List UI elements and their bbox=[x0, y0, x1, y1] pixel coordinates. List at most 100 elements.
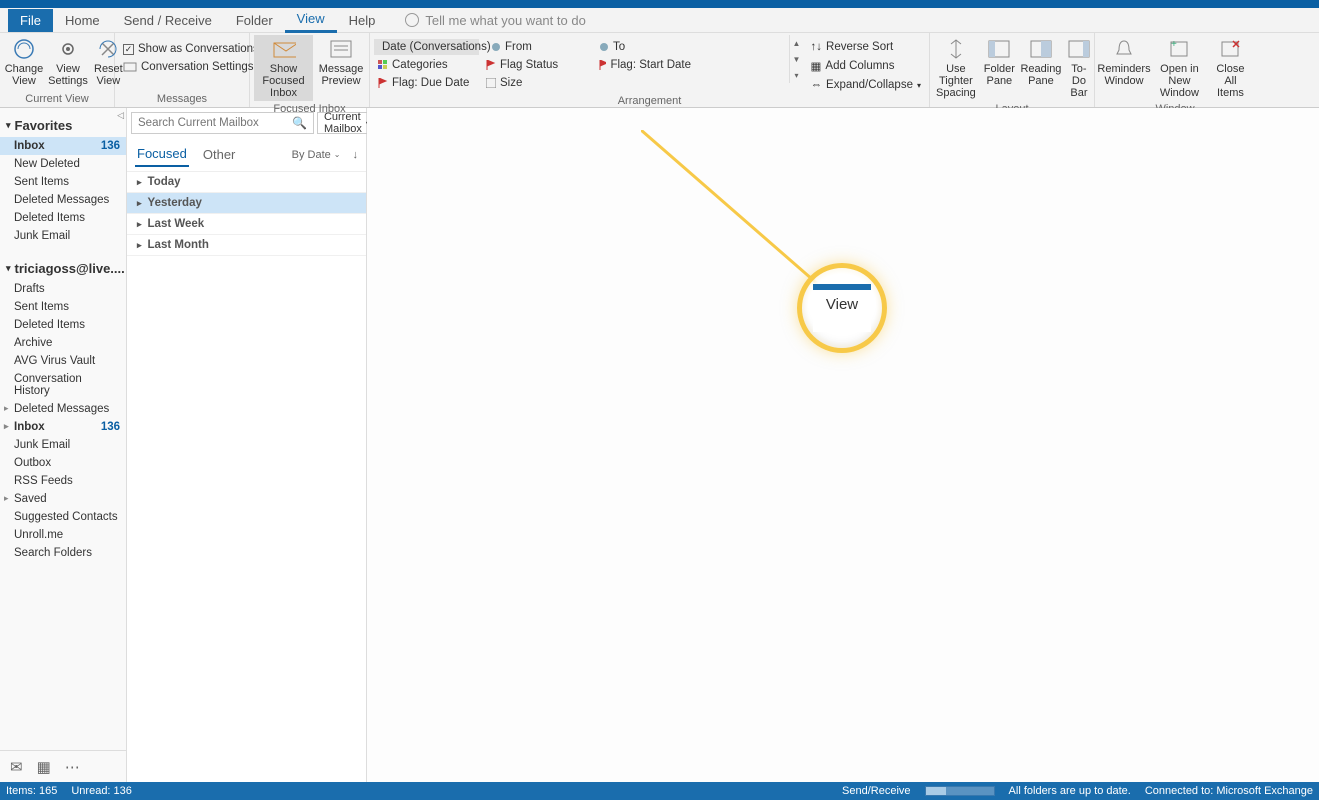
date-group-yesterday[interactable]: ▸Yesterday bbox=[127, 193, 366, 214]
reading-pane-button[interactable]: Reading Pane bbox=[1021, 35, 1061, 89]
progress-bar bbox=[925, 786, 995, 796]
tab-view[interactable]: View bbox=[285, 7, 337, 33]
status-items: Items: 165 bbox=[6, 785, 57, 797]
show-as-conversations-checkbox[interactable]: ✓Show as Conversations bbox=[119, 41, 266, 57]
new-window-icon: + bbox=[1167, 37, 1191, 61]
more-icon[interactable]: ⋯ bbox=[65, 758, 80, 776]
focused-tab[interactable]: Focused bbox=[135, 142, 189, 167]
nav-item-sent-items[interactable]: Sent Items bbox=[0, 173, 126, 191]
sort-by-dropdown[interactable]: By Date⌄ bbox=[292, 149, 341, 161]
tab-file[interactable]: File bbox=[8, 9, 53, 32]
other-tab[interactable]: Other bbox=[201, 143, 238, 166]
navigation-pane: ◁ ▾Favorites Inbox136New DeletedSent Ite… bbox=[0, 108, 127, 782]
nav-item-inbox[interactable]: Inbox136 bbox=[0, 137, 126, 155]
lightbulb-icon bbox=[405, 13, 419, 27]
nav-item-unroll-me[interactable]: Unroll.me bbox=[0, 526, 126, 544]
arrange-to-button[interactable]: To bbox=[595, 39, 695, 55]
tab-folder[interactable]: Folder bbox=[224, 9, 285, 32]
change-view-button[interactable]: Change View bbox=[4, 35, 44, 89]
todo-bar-button[interactable]: To-Do Bar bbox=[1065, 35, 1093, 101]
date-group-last-month[interactable]: ▸Last Month bbox=[127, 235, 366, 256]
nav-item-search-folders[interactable]: Search Folders bbox=[0, 544, 126, 562]
account-header[interactable]: ▾triciagoss@live.... bbox=[0, 257, 126, 280]
date-group-last-week[interactable]: ▸Last Week bbox=[127, 214, 366, 235]
nav-item-new-deleted[interactable]: New Deleted bbox=[0, 155, 126, 173]
nav-item-suggested-contacts[interactable]: Suggested Contacts bbox=[0, 508, 126, 526]
size-icon bbox=[486, 78, 496, 88]
sort-icon: ↑↓ bbox=[811, 41, 823, 53]
arrange-size-button[interactable]: Size bbox=[482, 75, 582, 91]
sort-direction-button[interactable]: ↓ bbox=[353, 149, 359, 161]
mail-icon[interactable]: ✉ bbox=[10, 758, 23, 776]
flag-icon bbox=[599, 60, 606, 70]
tighter-spacing-button[interactable]: Use Tighter Spacing bbox=[934, 35, 978, 101]
collapse-nav-button[interactable]: ◁ bbox=[117, 110, 124, 121]
tell-me-placeholder: Tell me what you want to do bbox=[425, 13, 585, 28]
nav-item-rss-feeds[interactable]: RSS Feeds bbox=[0, 472, 126, 490]
open-new-window-button[interactable]: +Open in New Window bbox=[1153, 35, 1206, 101]
nav-item-junk-email[interactable]: Junk Email bbox=[0, 436, 126, 454]
reverse-sort-button[interactable]: ↑↓Reverse Sort bbox=[807, 39, 925, 55]
preview-icon bbox=[329, 37, 353, 61]
folder-pane-button[interactable]: Folder Pane bbox=[982, 35, 1017, 89]
nav-item-saved[interactable]: ▸Saved bbox=[0, 490, 126, 508]
nav-item-inbox[interactable]: ▸Inbox136 bbox=[0, 418, 126, 436]
arrange-date-button[interactable]: Date (Conversations) bbox=[374, 39, 479, 55]
nav-item-avg-virus-vault[interactable]: AVG Virus Vault bbox=[0, 352, 126, 370]
favorites-header[interactable]: ▾Favorites bbox=[0, 114, 126, 137]
group-label-arrangement: Arrangement bbox=[374, 93, 925, 109]
status-unread: Unread: 136 bbox=[71, 785, 132, 797]
arrange-from-button[interactable]: From bbox=[487, 39, 587, 55]
message-preview-button[interactable]: Message Preview bbox=[317, 35, 365, 89]
close-all-items-button[interactable]: Close All Items bbox=[1210, 35, 1251, 101]
arrange-flagdue-button[interactable]: Flag: Due Date bbox=[374, 75, 474, 91]
nav-item-archive[interactable]: Archive bbox=[0, 334, 126, 352]
tab-home[interactable]: Home bbox=[53, 9, 112, 32]
arrange-categories-button[interactable]: Categories bbox=[374, 57, 474, 73]
search-icon[interactable]: 🔍 bbox=[292, 116, 307, 130]
calendar-icon[interactable]: ▦ bbox=[37, 758, 51, 776]
flag-icon bbox=[486, 60, 496, 70]
caret-down-icon: ▾ bbox=[6, 120, 11, 131]
nav-item-outbox[interactable]: Outbox bbox=[0, 454, 126, 472]
todo-icon bbox=[1067, 37, 1091, 61]
checkbox-icon: ✓ bbox=[123, 44, 134, 55]
expand-collapse-button[interactable]: ⇔Expand/Collapse▾ bbox=[807, 77, 925, 93]
nav-item-deleted-items[interactable]: Deleted Items bbox=[0, 316, 126, 334]
gear-icon bbox=[56, 37, 80, 61]
conversation-settings-button[interactable]: Conversation Settings▾ bbox=[119, 59, 266, 75]
callout-label: View bbox=[826, 296, 858, 313]
expand-icon: ⇔ bbox=[811, 79, 823, 91]
nav-item-deleted-items[interactable]: Deleted Items bbox=[0, 209, 126, 227]
focused-inbox-icon bbox=[272, 37, 296, 61]
title-bar bbox=[0, 0, 1319, 8]
nav-item-deleted-messages[interactable]: ▸Deleted Messages bbox=[0, 400, 126, 418]
tab-sendreceive[interactable]: Send / Receive bbox=[112, 9, 224, 32]
change-view-icon bbox=[12, 37, 36, 61]
nav-item-deleted-messages[interactable]: Deleted Messages bbox=[0, 191, 126, 209]
nav-item-junk-email[interactable]: Junk Email bbox=[0, 227, 126, 245]
group-label-current-view: Current View bbox=[4, 91, 110, 107]
categories-icon bbox=[378, 60, 388, 70]
date-group-today[interactable]: ▸Today bbox=[127, 172, 366, 193]
nav-bottom-bar: ✉ ▦ ⋯ bbox=[0, 750, 126, 782]
tab-help[interactable]: Help bbox=[337, 9, 388, 32]
add-columns-button[interactable]: ▦Add Columns bbox=[807, 57, 925, 75]
view-settings-button[interactable]: View Settings bbox=[48, 35, 88, 89]
arrangement-scroll[interactable]: ▲▼▾ bbox=[789, 35, 802, 83]
search-input[interactable]: 🔍 bbox=[131, 112, 314, 134]
svg-text:+: + bbox=[1171, 39, 1177, 50]
to-icon bbox=[599, 42, 609, 52]
show-focused-inbox-button[interactable]: Show Focused Inbox bbox=[254, 35, 313, 101]
nav-item-conversation-history[interactable]: Conversation History bbox=[0, 370, 126, 400]
arrange-flagstatus-button[interactable]: Flag Status bbox=[482, 57, 587, 73]
status-connected: Connected to: Microsoft Exchange bbox=[1145, 785, 1313, 797]
reminders-window-button[interactable]: Reminders Window bbox=[1099, 35, 1149, 89]
nav-item-drafts[interactable]: Drafts bbox=[0, 280, 126, 298]
nav-item-sent-items[interactable]: Sent Items bbox=[0, 298, 126, 316]
tell-me-search[interactable]: Tell me what you want to do bbox=[405, 13, 585, 28]
search-field[interactable] bbox=[138, 117, 292, 129]
folder-pane-icon bbox=[987, 37, 1011, 61]
arrange-flagstart-button[interactable]: Flag: Start Date bbox=[595, 57, 695, 73]
status-sendreceive: Send/Receive bbox=[842, 785, 911, 797]
